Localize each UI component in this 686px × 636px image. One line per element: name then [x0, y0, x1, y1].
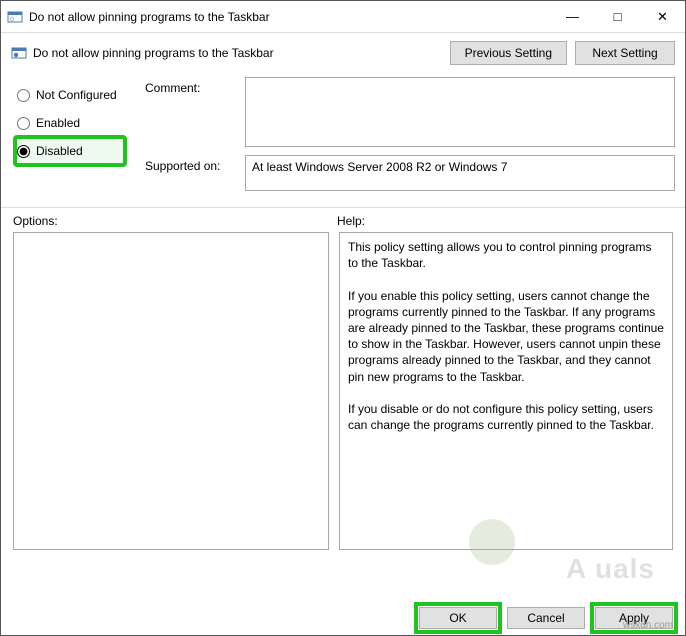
header: Do not allow pinning programs to the Tas… — [1, 33, 685, 77]
radio-disabled[interactable]: Disabled — [15, 137, 125, 165]
close-button[interactable]: ✕ — [640, 2, 685, 32]
minimize-button[interactable]: — — [550, 2, 595, 32]
app-icon — [7, 9, 23, 25]
watermark-text: A uals — [566, 553, 655, 585]
comment-label: Comment: — [145, 77, 233, 95]
radio-enabled[interactable]: Enabled — [15, 109, 125, 137]
supported-on-value: At least Windows Server 2008 R2 or Windo… — [245, 155, 675, 191]
credit-text: wsxdn.com — [623, 620, 673, 631]
help-panel: This policy setting allows you to contro… — [339, 232, 673, 550]
policy-title: Do not allow pinning programs to the Tas… — [33, 46, 442, 60]
config-area: Not Configured Enabled Disabled Comment:… — [1, 77, 685, 199]
radio-enabled-label: Enabled — [36, 116, 80, 130]
ok-button[interactable]: OK — [419, 607, 497, 629]
options-panel — [13, 232, 329, 550]
footer: OK Cancel Apply — [1, 607, 685, 629]
options-label: Options: — [13, 214, 337, 228]
maximize-button[interactable]: □ — [595, 2, 640, 32]
cancel-button[interactable]: Cancel — [507, 607, 585, 629]
comment-input[interactable] — [245, 77, 675, 147]
previous-setting-button[interactable]: Previous Setting — [450, 41, 567, 65]
radio-not-configured-label: Not Configured — [36, 88, 117, 102]
titlebar: Do not allow pinning programs to the Tas… — [1, 1, 685, 33]
next-setting-button[interactable]: Next Setting — [575, 41, 675, 65]
divider — [1, 207, 685, 208]
radio-not-configured-input[interactable] — [17, 89, 30, 102]
radio-disabled-label: Disabled — [36, 144, 83, 158]
radio-enabled-input[interactable] — [17, 117, 30, 130]
supported-on-label: Supported on: — [145, 155, 233, 173]
window-title: Do not allow pinning programs to the Tas… — [29, 10, 550, 24]
state-radios: Not Configured Enabled Disabled — [15, 77, 125, 199]
radio-disabled-input[interactable] — [17, 145, 30, 158]
policy-icon — [11, 45, 27, 61]
help-label: Help: — [337, 214, 673, 228]
radio-not-configured[interactable]: Not Configured — [15, 81, 125, 109]
